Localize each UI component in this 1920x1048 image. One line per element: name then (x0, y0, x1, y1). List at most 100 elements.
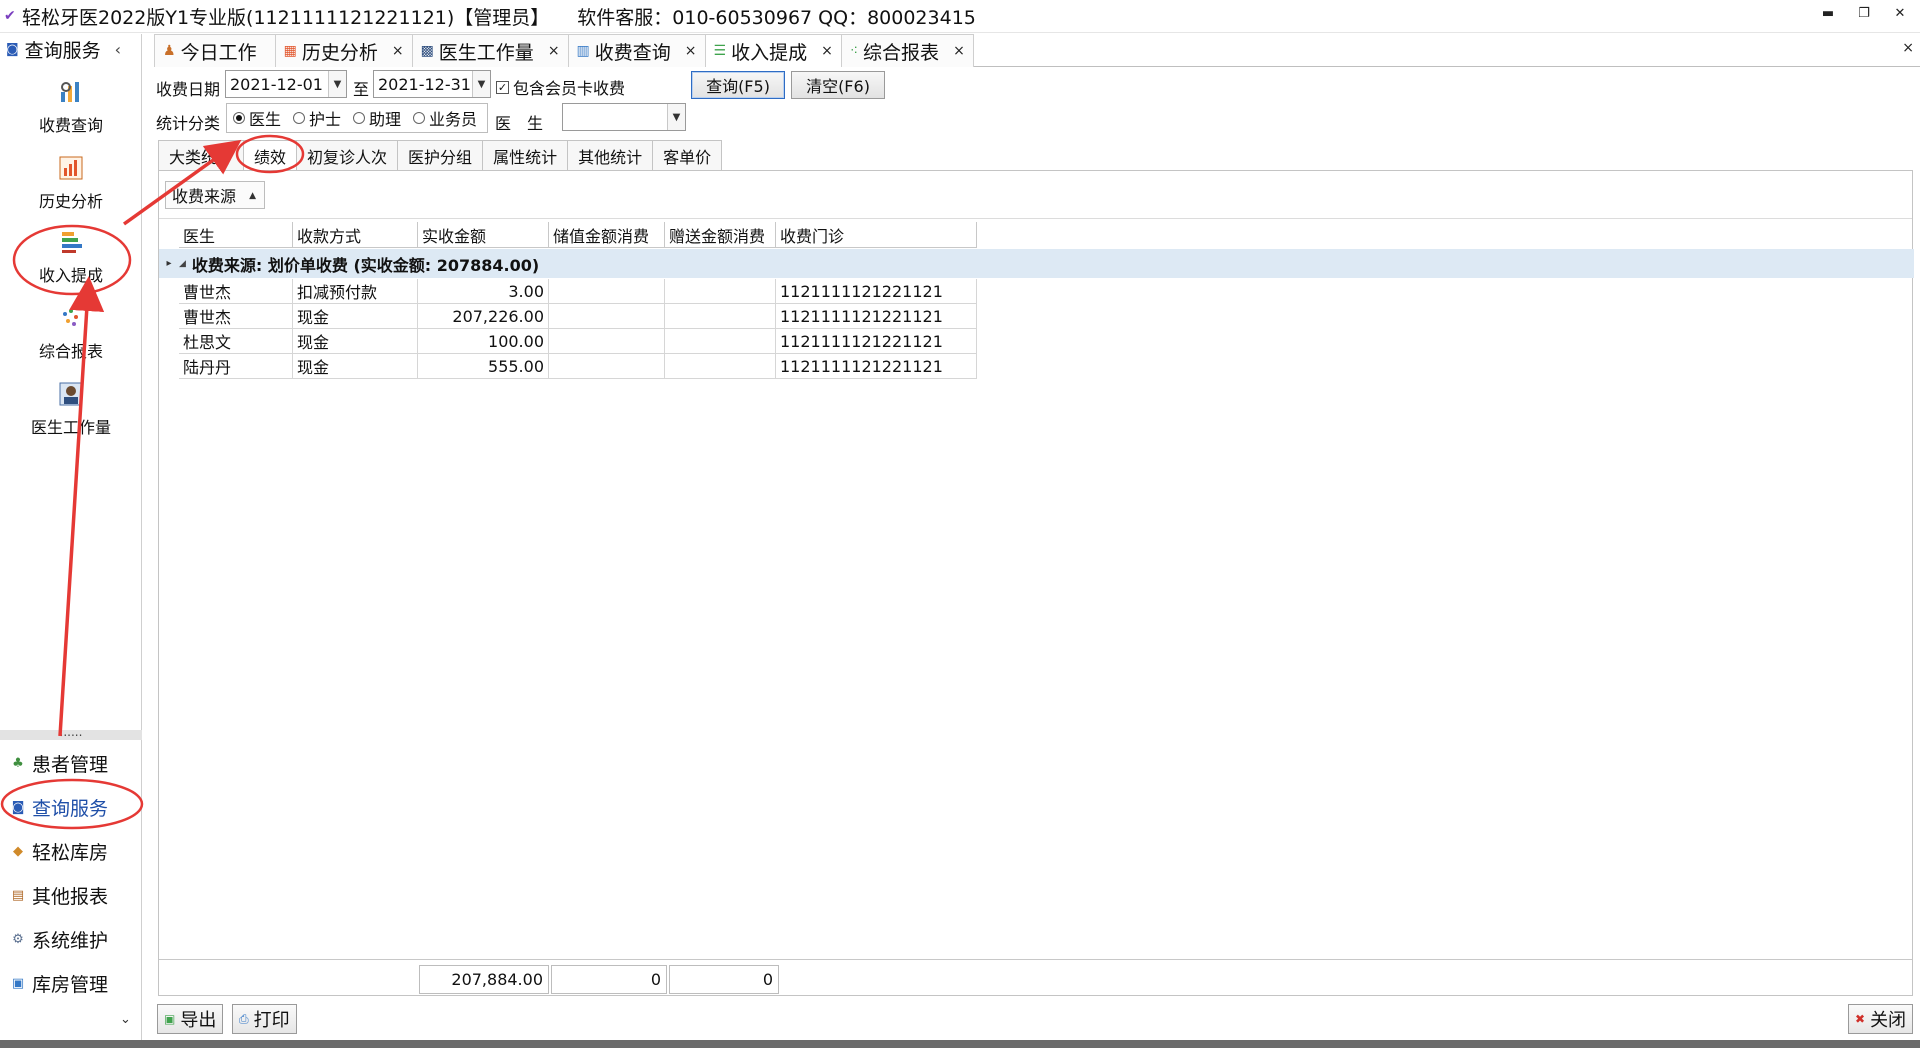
column-header[interactable]: 医生 (179, 222, 293, 248)
query-icon: ◙ (11, 799, 25, 815)
chevron-down-icon[interactable]: ▼ (328, 71, 346, 97)
doctor-select[interactable]: ▼ (562, 103, 686, 131)
tab-other-stats[interactable]: 其他统计 (567, 140, 654, 170)
chevron-down-icon[interactable]: ▼ (472, 71, 490, 97)
chevron-down-icon[interactable]: ⌄ (120, 1012, 131, 1027)
nav-other-reports[interactable]: ▤ 其他报表 (0, 881, 142, 909)
chevron-down-icon[interactable]: ▼ (667, 104, 685, 130)
cell-doctor: 曹世杰 (179, 304, 293, 329)
column-header[interactable]: 收费门诊 (776, 222, 977, 248)
tab-label: 今日工作 (180, 41, 257, 64)
close-tab-icon[interactable]: × (392, 43, 404, 59)
tab-visit-count[interactable]: 初复诊人次 (296, 140, 399, 170)
tab-history[interactable]: ▦ 历史分析 × (274, 34, 413, 67)
total-stored: 0 (551, 965, 667, 994)
document-tabs: ♟ 今日工作 ▦ 历史分析 × ▩ 医生工作量 × ▥ 收费查询 × ☰ 收入提… (154, 34, 1920, 67)
radio-nurse[interactable]: 护士 (293, 106, 341, 130)
query-button[interactable]: 查询(F5) (691, 71, 785, 99)
cell-payment: 扣减预付款 (293, 279, 418, 304)
print-button[interactable]: ⎙ 打印 (232, 1004, 297, 1034)
close-window-icon[interactable]: ✕ (1892, 6, 1908, 21)
radio-doctor[interactable]: 医生 (233, 106, 281, 130)
include-member-card-checkbox[interactable]: ✓ 包含会员卡收费 (496, 75, 625, 99)
sidebar-item-label: 历史分析 (38, 192, 103, 211)
close-tab-icon[interactable]: × (548, 43, 560, 59)
tab-avg-price[interactable]: 客单价 (652, 140, 723, 170)
sidebar-item-reports[interactable]: 综合报表 (0, 304, 142, 362)
tab-label: 医生工作量 (438, 41, 534, 64)
cell-clinic: 1121111121221121 (776, 329, 977, 354)
nav-maintenance[interactable]: ⚙ 系统维护 (0, 925, 142, 953)
tab-label: 收费查询 (594, 41, 671, 64)
close-red-icon: ✖ (1855, 1012, 1866, 1026)
tab-care-group[interactable]: 医护分组 (397, 140, 484, 170)
title-bar: ✔ 轻松牙医2022版Y1专业版(1121111121221121)【管理员】 … (0, 0, 1920, 33)
radio-label: 护士 (309, 110, 342, 129)
column-header[interactable]: 储值金额消费 (549, 222, 665, 248)
column-header[interactable]: 实收金额 (418, 222, 549, 248)
column-header[interactable]: 赠送金额消费 (665, 222, 776, 248)
sidebar-item-history[interactable]: 历史分析 (0, 154, 142, 212)
nav-label: 患者管理 (32, 753, 109, 776)
sidebar-splitter[interactable]: ...... (0, 726, 142, 740)
sidebar-item-doctor-workload[interactable]: 医生工作量 (0, 380, 142, 438)
tab-charge-query[interactable]: ▥ 收费查询 × (567, 34, 706, 67)
close-button[interactable]: ✖ 关闭 (1848, 1004, 1914, 1034)
sidebar-item-charge-query[interactable]: 收费查询 (0, 78, 142, 136)
warehouse-icon: ◆ (13, 843, 23, 859)
cell-actual: 3.00 (418, 279, 549, 304)
export-button[interactable]: ▣ 导出 (157, 1004, 224, 1034)
radio-icon (353, 112, 366, 124)
minimize-icon[interactable]: ▬ (1820, 6, 1836, 21)
tab-today-work[interactable]: ♟ 今日工作 (154, 34, 276, 67)
tab-performance[interactable]: 绩效 (243, 140, 298, 171)
total-gift: 0 (669, 965, 779, 994)
close-tab-icon[interactable]: × (821, 43, 833, 59)
tab-doctor-workload[interactable]: ▩ 医生工作量 × (411, 34, 569, 67)
cell-gift (665, 304, 776, 329)
radio-label: 助理 (369, 110, 402, 129)
export-icon: ▣ (164, 1012, 176, 1026)
close-all-tabs-icon[interactable]: × (1902, 40, 1914, 56)
radio-salesperson[interactable]: 业务员 (413, 106, 477, 130)
action-bar: ▣ 导出 ⎙ 打印 ✖ 关闭 (154, 1001, 1920, 1037)
history-chart-icon: ▦ (283, 43, 297, 59)
sidebar-header-label: 查询服务 (24, 39, 101, 62)
cell-clinic: 1121111121221121 (776, 304, 977, 329)
radio-assistant[interactable]: 助理 (353, 106, 401, 130)
clear-button[interactable]: 清空(F6) (791, 71, 885, 99)
column-header[interactable]: 收款方式 (293, 222, 418, 248)
tab-label: 收入提成 (731, 41, 808, 64)
restore-icon[interactable]: ❐ (1856, 6, 1872, 21)
row-indicator-icon: ▸ (166, 258, 172, 269)
tab-attribute-stats[interactable]: 属性统计 (482, 140, 569, 170)
cell-clinic: 1121111121221121 (776, 279, 977, 304)
window-controls: ▬ ❐ ✕ (1820, 6, 1908, 21)
date-from-value: 2021-12-01 (230, 74, 323, 94)
tab-income[interactable]: ☰ 收入提成 × (704, 34, 842, 67)
group-by-chip[interactable]: 收费来源 ▲ (165, 181, 266, 209)
app-logo-icon: ✔ (4, 8, 16, 24)
close-tab-icon[interactable]: × (953, 43, 965, 59)
nav-label: 系统维护 (32, 929, 109, 952)
date-to-value: 2021-12-31 (378, 74, 471, 94)
radio-label: 业务员 (429, 110, 478, 129)
date-to-picker[interactable]: 2021-12-31 ▼ (373, 70, 491, 98)
nav-query-service[interactable]: ◙ 查询服务 (0, 793, 142, 821)
checkbox-checked-icon: ✓ (496, 80, 509, 94)
collapse-sidebar-icon[interactable]: ‹ (115, 40, 121, 59)
date-from-picker[interactable]: 2021-12-01 ▼ (225, 70, 347, 98)
tab-category-stats[interactable]: 大类统计 (158, 140, 245, 170)
totals-row: 207,884.00 0 0 (159, 959, 1912, 995)
nav-patients[interactable]: ♣ 患者管理 (0, 749, 142, 777)
collapse-group-icon[interactable]: ◢ (179, 259, 186, 269)
tab-reports[interactable]: ⁖ 综合报表 × (840, 34, 974, 67)
close-tab-icon[interactable]: × (685, 43, 697, 59)
nav-warehouse[interactable]: ◆ 轻松库房 (0, 837, 142, 865)
nav-storage[interactable]: ▣ 库房管理 (0, 969, 142, 997)
query-icon: ◙ (6, 41, 19, 57)
sidebar-item-income[interactable]: 收入提成 (0, 228, 142, 286)
group-row[interactable]: ▸ ◢ 收费来源: 划价单收费 (实收金额: 207884.00) (159, 249, 1914, 278)
support-info: 软件客服：010-60530967 QQ：800023415 (577, 6, 976, 29)
tab-label: 综合报表 (863, 41, 940, 64)
